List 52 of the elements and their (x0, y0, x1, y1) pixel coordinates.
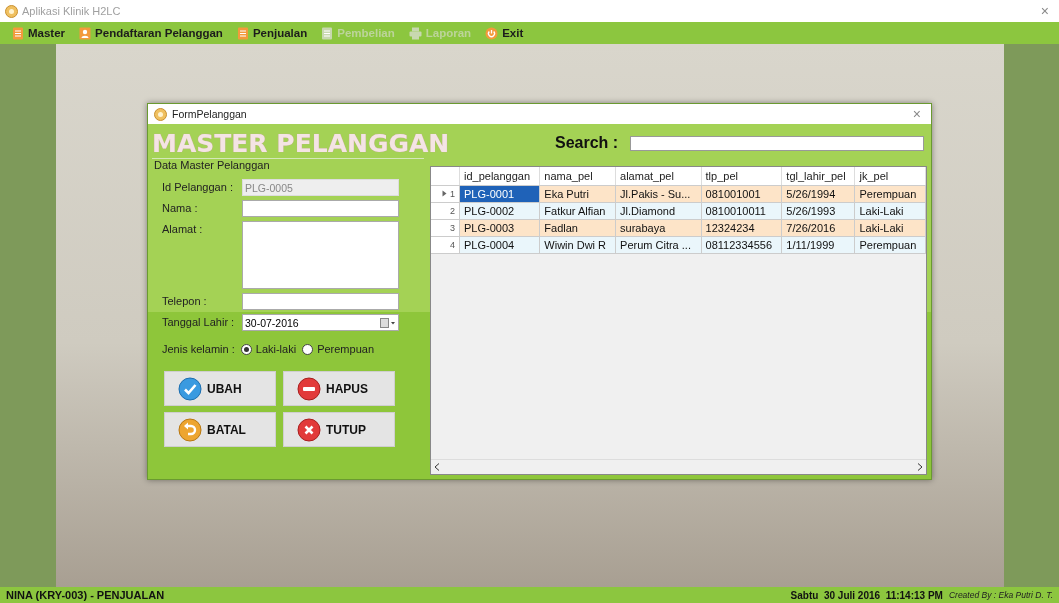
group-title: Data Master Pelanggan (152, 158, 424, 171)
text-field[interactable] (242, 200, 399, 217)
credit-text: Created By : Eka Putri D. T. (948, 590, 1053, 600)
menu-item[interactable]: Master (12, 26, 66, 40)
search-field[interactable] (630, 135, 925, 151)
close-icon (297, 417, 321, 442)
search-label: Search : (555, 134, 619, 152)
column-header[interactable]: id_pelanggan (459, 167, 540, 186)
scroll-right-icon[interactable] (917, 463, 923, 471)
action-button[interactable]: UBAH (164, 371, 276, 406)
close-button[interactable]: × (908, 106, 925, 122)
printer-icon (408, 26, 422, 40)
action-button[interactable]: BATAL (164, 412, 276, 447)
scroll-left-icon[interactable] (434, 463, 440, 471)
document-icon (236, 26, 249, 40)
text-area[interactable] (242, 221, 399, 289)
action-button[interactable]: TUTUP (283, 412, 395, 447)
menu-item[interactable]: Penjualan (236, 26, 308, 40)
date-picker[interactable]: 30-07-2016 (242, 314, 399, 331)
status-datetime: Sabtu 30 Juli 2016 11:14:13 PM (790, 589, 943, 601)
person-icon (79, 26, 92, 40)
field-label: Telepon : (162, 294, 208, 307)
app-icon (154, 107, 167, 121)
current-row-icon (442, 190, 447, 197)
field-label: Nama : (162, 201, 199, 214)
radio-option[interactable]: Laki-laki (240, 343, 297, 355)
text-field[interactable] (242, 293, 399, 310)
calendar-dropdown-icon (380, 317, 396, 328)
column-header[interactable]: jk_pel (854, 167, 926, 186)
gender-label: Jenis kelamin : (162, 343, 235, 355)
field-label: Tanggal Lahir : (162, 315, 236, 328)
power-icon (485, 26, 499, 40)
window-title: Aplikasi Klinik H2LC (22, 5, 122, 17)
column-header[interactable]: nama_pel (539, 167, 616, 186)
radio-option[interactable]: Perempuan (302, 343, 374, 355)
check-icon (178, 376, 202, 401)
action-button[interactable]: HAPUS (283, 371, 395, 406)
dialog-title: FormPelanggan (172, 108, 248, 120)
column-header[interactable]: alamat_pel (615, 167, 702, 186)
field-label: Alamat : (162, 222, 204, 235)
column-header[interactable]: tgl_lahir_pel (781, 167, 855, 186)
app-icon (5, 4, 18, 18)
document-icon (12, 26, 24, 40)
menu-item[interactable]: Pendaftaran Pelanggan (79, 26, 223, 40)
menu-item[interactable]: Exit (485, 26, 524, 40)
document-icon (321, 26, 334, 40)
column-header[interactable]: tlp_pel (701, 167, 782, 186)
status-user: NINA (KRY-003) - PENJUALAN (6, 589, 166, 601)
field-label: Id Pelanggan : (162, 180, 234, 193)
minus-icon (297, 376, 321, 401)
close-button[interactable]: × (1036, 3, 1053, 19)
form-heading: MASTER PELANGGAN (152, 128, 451, 158)
